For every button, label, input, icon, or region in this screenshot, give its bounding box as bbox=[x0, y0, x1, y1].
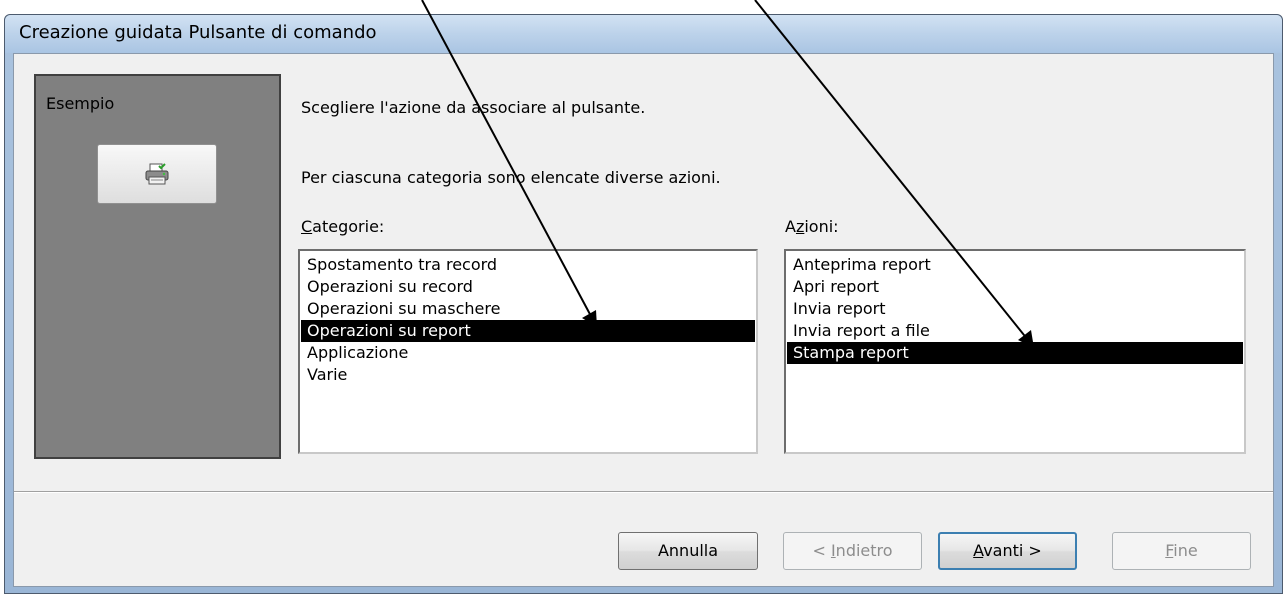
printer-icon bbox=[145, 163, 169, 185]
wizard-client-area: Esempio Scegliere l'azione da associare … bbox=[13, 53, 1274, 587]
instruction-text-1: Scegliere l'azione da associare al pulsa… bbox=[301, 98, 646, 117]
back-button-prefix: < bbox=[812, 541, 831, 560]
actions-listbox[interactable]: Anteprima report Apri report Invia repor… bbox=[784, 249, 1246, 454]
categories-label-text: ategorie: bbox=[312, 217, 385, 236]
actions-label-start: A bbox=[785, 217, 796, 236]
category-item-selected[interactable]: Operazioni su report bbox=[301, 320, 755, 342]
finish-button[interactable]: Fine bbox=[1112, 532, 1251, 570]
categories-label-mnemonic: C bbox=[301, 217, 313, 236]
next-button[interactable]: Avanti > bbox=[938, 532, 1077, 570]
preview-button bbox=[97, 144, 217, 204]
action-item[interactable]: Invia report a file bbox=[787, 320, 1243, 342]
next-button-text: vanti > bbox=[983, 541, 1042, 560]
preview-panel: Esempio bbox=[34, 74, 281, 459]
actions-label-text: ioni: bbox=[804, 217, 839, 236]
finish-button-text: ine bbox=[1173, 541, 1198, 560]
category-item[interactable]: Operazioni su record bbox=[301, 276, 755, 298]
actions-label: Azioni: bbox=[785, 217, 839, 236]
button-separator bbox=[14, 491, 1273, 493]
action-item-selected[interactable]: Stampa report bbox=[787, 342, 1243, 364]
title-bar[interactable]: Creazione guidata Pulsante di comando bbox=[5, 15, 1282, 53]
next-button-mnemonic: A bbox=[973, 541, 984, 560]
categories-label: Categorie: bbox=[301, 217, 384, 236]
category-item[interactable]: Spostamento tra record bbox=[301, 254, 755, 276]
instruction-text-2: Per ciascuna categoria sono elencate div… bbox=[301, 168, 721, 187]
preview-label: Esempio bbox=[46, 94, 115, 113]
action-item[interactable]: Anteprima report bbox=[787, 254, 1243, 276]
back-button-text: ndietro bbox=[835, 541, 893, 560]
back-button[interactable]: < Indietro bbox=[783, 532, 922, 570]
wizard-window: Creazione guidata Pulsante di comando Es… bbox=[4, 14, 1283, 594]
category-item[interactable]: Operazioni su maschere bbox=[301, 298, 755, 320]
categories-listbox[interactable]: Spostamento tra record Operazioni su rec… bbox=[298, 249, 758, 454]
category-item[interactable]: Varie bbox=[301, 364, 755, 386]
window-title: Creazione guidata Pulsante di comando bbox=[19, 22, 377, 43]
action-item[interactable]: Invia report bbox=[787, 298, 1243, 320]
cancel-button[interactable]: Annulla bbox=[618, 532, 758, 570]
action-item[interactable]: Apri report bbox=[787, 276, 1243, 298]
category-item[interactable]: Applicazione bbox=[301, 342, 755, 364]
